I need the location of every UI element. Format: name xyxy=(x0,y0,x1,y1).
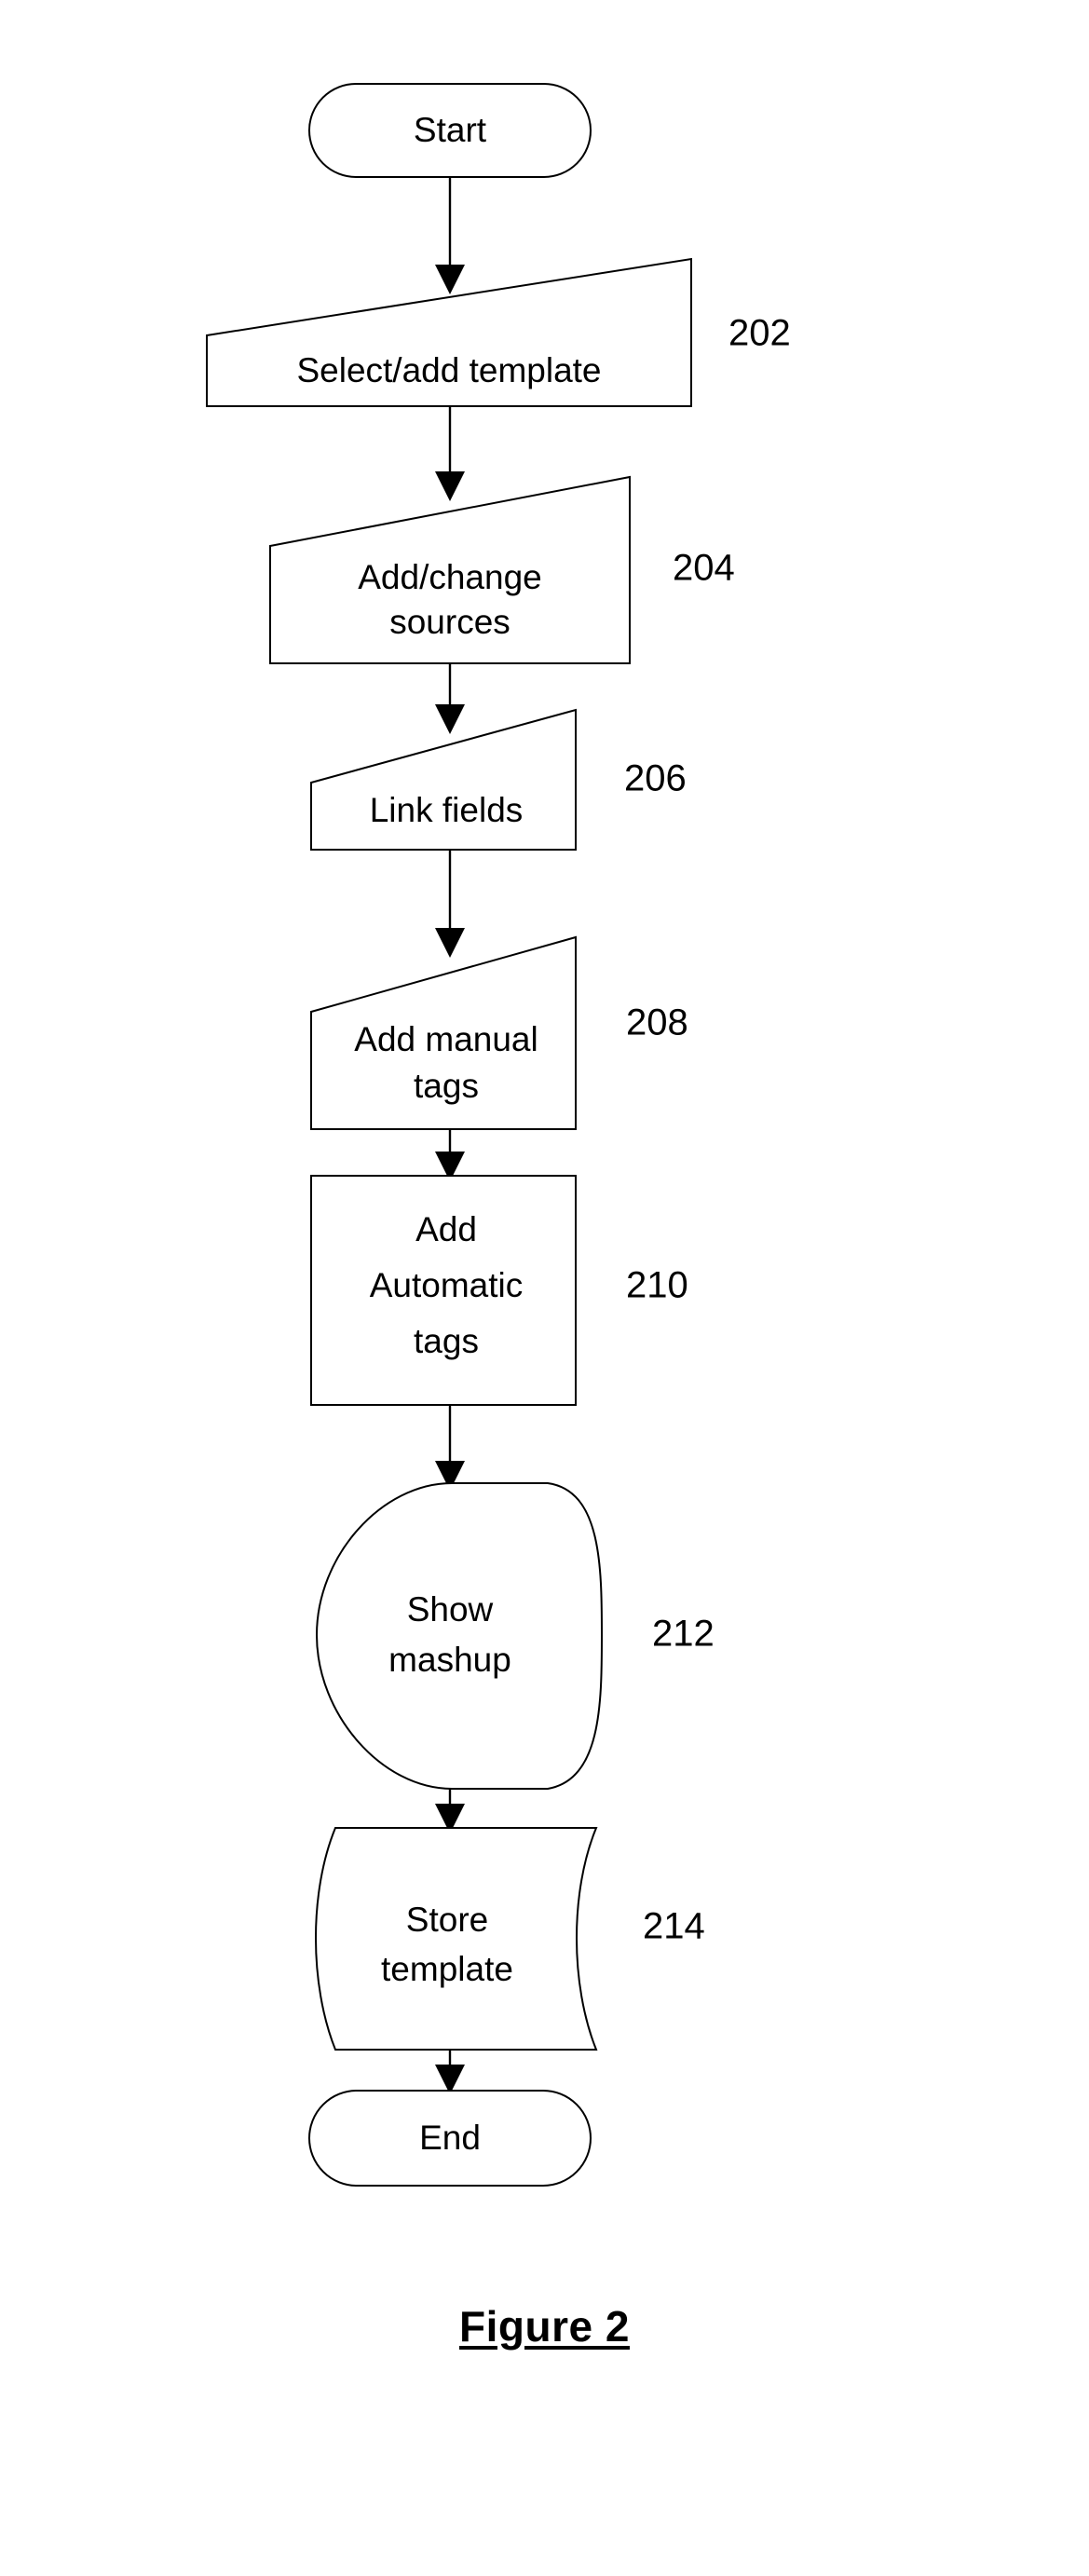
arrow-210-to-212 xyxy=(435,1405,465,1491)
reference-number-202: 202 xyxy=(728,313,791,354)
node-210-label-line2: Automatic xyxy=(370,1266,524,1304)
node-210-label-line1: Add xyxy=(415,1210,477,1248)
node-212[interactable]: Show mashup 212 xyxy=(315,1482,715,1790)
reference-number-204: 204 xyxy=(673,548,735,589)
arrow-214-to-end xyxy=(435,2050,465,2094)
node-204[interactable]: Add/change sources 204 xyxy=(269,475,735,664)
node-214[interactable]: Store template 214 xyxy=(315,1827,705,2051)
figure-caption: Figure 2 xyxy=(459,2302,630,2351)
node-204-label-line2: sources xyxy=(389,603,510,641)
reference-number-206: 206 xyxy=(624,758,687,799)
arrow-206-to-208 xyxy=(435,850,465,958)
node-202[interactable]: Select/add template 202 xyxy=(206,257,791,407)
arrow-212-to-214 xyxy=(435,1789,465,1833)
node-214-label-line1: Store xyxy=(406,1901,488,1939)
node-212-label-line2: mashup xyxy=(388,1641,511,1679)
reference-number-212: 212 xyxy=(652,1614,715,1655)
node-208[interactable]: Add manual tags 208 xyxy=(310,935,688,1130)
show-mashup-shape xyxy=(315,1482,604,1790)
store-template-shape xyxy=(315,1827,598,2051)
node-208-label-line2: tags xyxy=(414,1067,479,1105)
node-start[interactable]: Start xyxy=(308,83,592,178)
start-label: Start xyxy=(414,111,487,149)
node-208-label-line1: Add manual xyxy=(354,1020,538,1058)
arrow-start-to-202 xyxy=(435,177,465,294)
node-214-label-line2: template xyxy=(381,1950,513,1988)
arrow-head-icon xyxy=(435,265,465,294)
node-206-label: Link fields xyxy=(370,791,524,829)
node-206[interactable]: Link fields 206 xyxy=(310,708,687,851)
arrow-208-to-210 xyxy=(435,1129,465,1181)
arrow-head-icon xyxy=(435,471,465,501)
node-end[interactable]: End xyxy=(308,2090,592,2187)
end-label: End xyxy=(419,2119,481,2157)
node-210-label-line3: tags xyxy=(414,1322,479,1360)
flowchart-canvas: Start Select/add template 202 Add/change… xyxy=(206,83,791,2187)
arrow-head-icon xyxy=(435,704,465,734)
reference-number-210: 210 xyxy=(626,1265,688,1306)
arrow-204-to-206 xyxy=(435,663,465,734)
figure-container: Start Select/add template 202 Add/change… xyxy=(0,0,1089,2576)
node-212-label-line1: Show xyxy=(407,1590,494,1629)
arrow-202-to-204 xyxy=(435,406,465,501)
reference-number-208: 208 xyxy=(626,1002,688,1043)
node-202-label: Select/add template xyxy=(296,351,601,389)
node-210[interactable]: Add Automatic tags 210 xyxy=(310,1175,688,1406)
reference-number-214: 214 xyxy=(643,1906,705,1947)
arrow-head-icon xyxy=(435,928,465,958)
node-204-label-line1: Add/change xyxy=(358,558,542,596)
